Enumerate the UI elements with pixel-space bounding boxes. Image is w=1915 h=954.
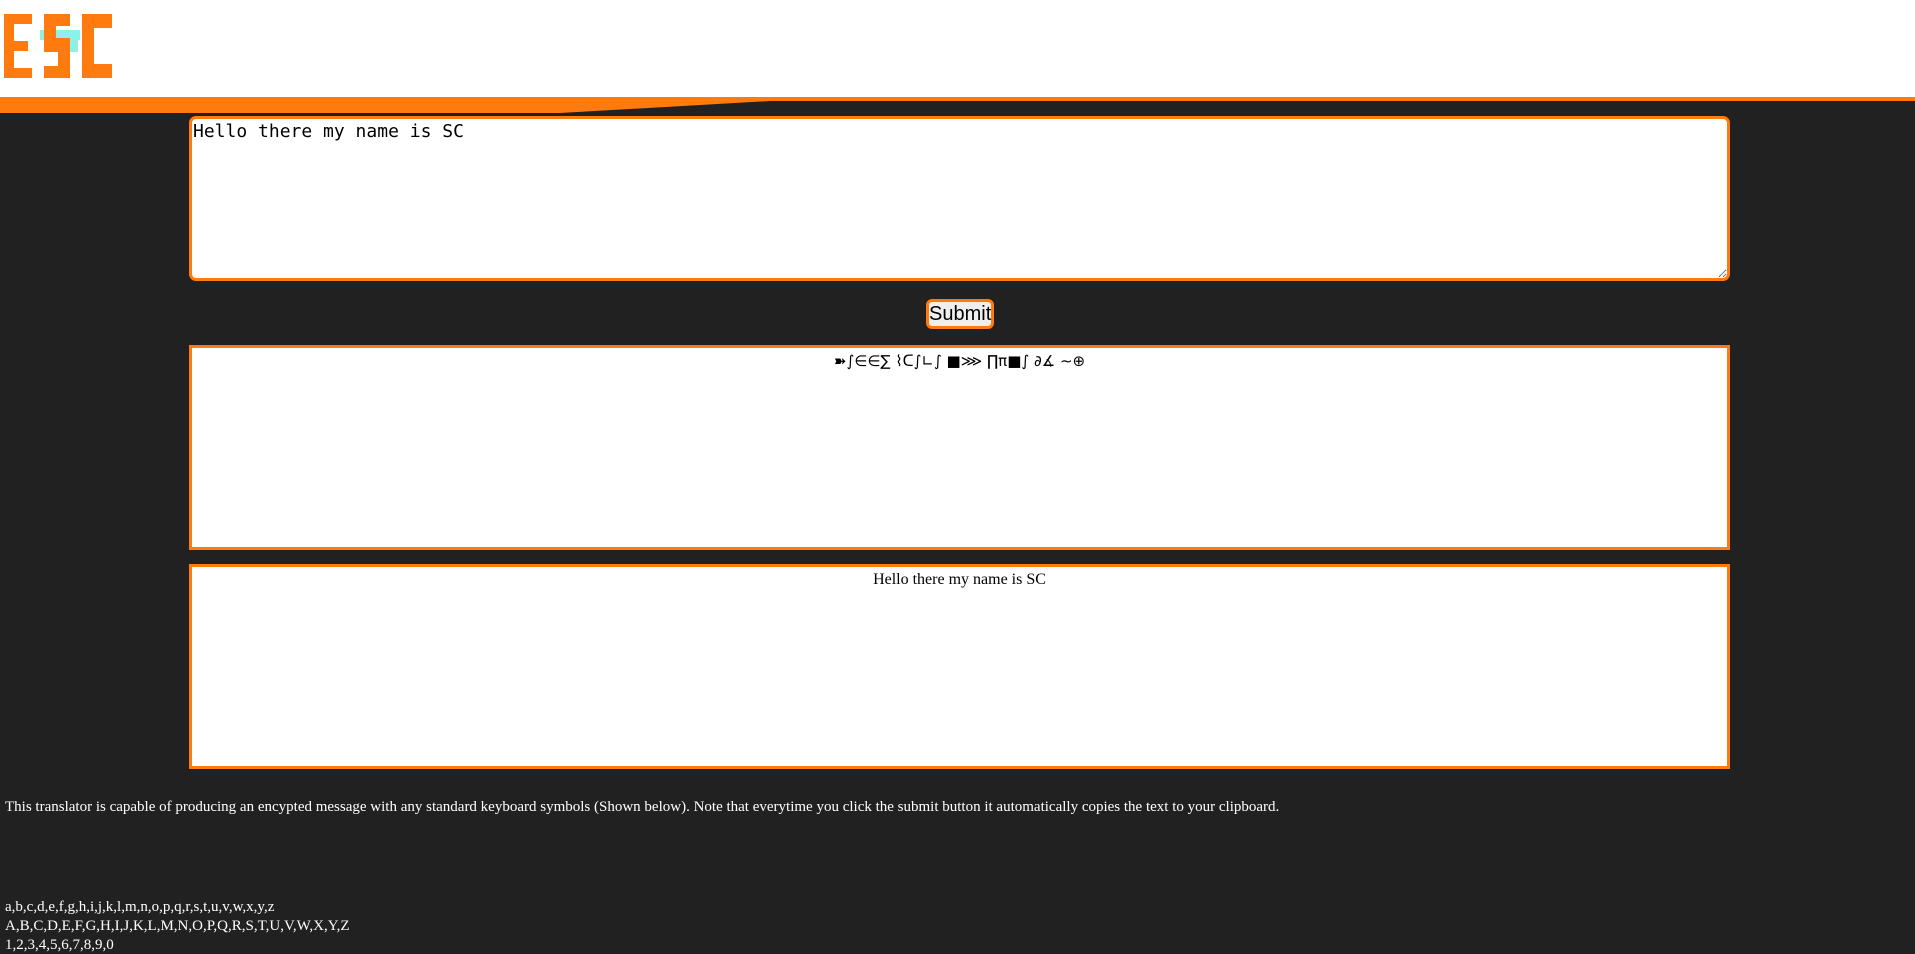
description-text: This translator is capable of producing …	[5, 799, 1280, 815]
site-header	[0, 0, 1915, 113]
lowercase-charset: a,b,c,d,e,f,g,h,i,j,k,l,m,n,o,p,q,r,s,t,…	[5, 899, 275, 915]
uppercase-charset: A,B,C,D,E,F,G,H,I,J,K,L,M,N,O,P,Q,R,S,T,…	[5, 918, 350, 934]
message-input[interactable]	[189, 116, 1730, 281]
encrypted-output: ➽∫∈∈∑ ⌇ᑕ∫∟∫ ■⋙ ∏π■∫ ∂∡ ∼⊕	[189, 345, 1730, 550]
decrypted-output: Hello there my name is SC	[189, 564, 1730, 769]
header-stripe	[0, 97, 1915, 113]
digits-charset: 1,2,3,4,5,6,7,8,9,0	[5, 937, 114, 953]
submit-button[interactable]: Submit	[926, 299, 994, 329]
esc-logo[interactable]	[4, 8, 122, 84]
translator-page: Submit ➽∫∈∈∑ ⌇ᑕ∫∟∫ ■⋙ ∏π■∫ ∂∡ ∼⊕ Hello t…	[0, 113, 1915, 953]
